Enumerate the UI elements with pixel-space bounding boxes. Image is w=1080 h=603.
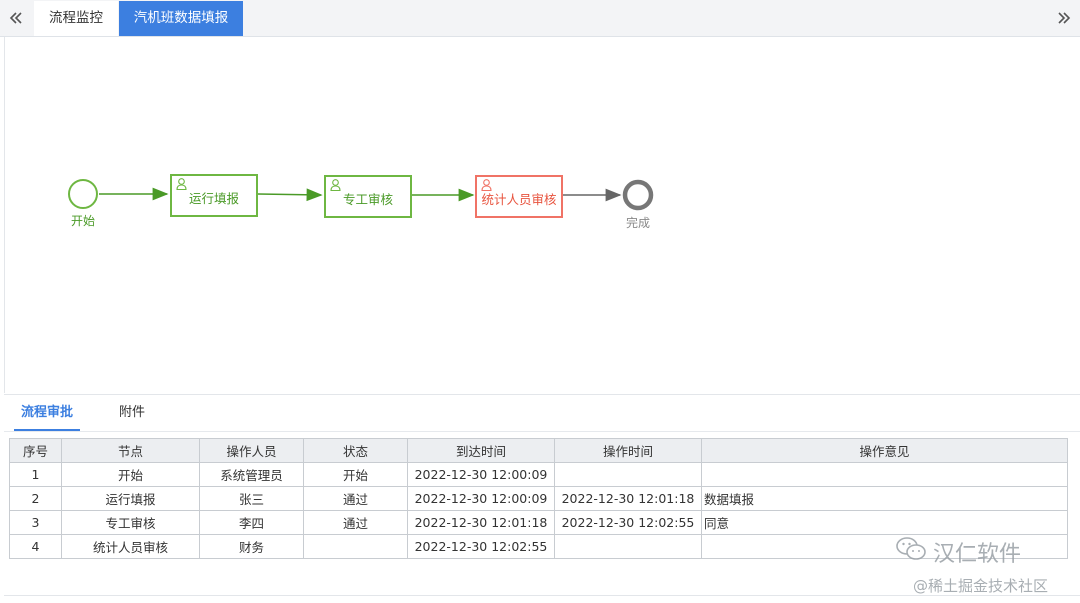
cell-node: 专工审核 (61, 510, 200, 535)
cell-index: 1 (9, 462, 62, 487)
cell-index: 4 (9, 534, 62, 559)
cell-arrival-time: 2022-12-30 12:00:09 (407, 486, 555, 511)
task-engineer-review[interactable]: 专工审核 (324, 175, 412, 218)
task-statistics-review[interactable]: 统计人员审核 (475, 175, 563, 218)
workflow-diagram: 开始 运行填报 专工审核 统计人员审核 完成 (4, 37, 1080, 393)
cell-opinion: 数据填报 (701, 486, 1068, 511)
cell-operator: 李四 (199, 510, 304, 535)
task-label: 统计人员审核 (481, 192, 557, 207)
cell-operation-time: 2022-12-30 12:02:55 (554, 510, 702, 535)
end-label: 完成 (626, 216, 651, 230)
cell-operator: 张三 (199, 486, 304, 511)
cell-operation-time (554, 534, 702, 559)
cell-opinion (701, 462, 1068, 487)
table-row[interactable]: 2 运行填报 张三 通过 2022-12-30 12:00:09 2022-12… (9, 486, 1068, 511)
task-run-report[interactable]: 运行填报 (170, 174, 258, 217)
cell-status: 开始 (303, 462, 408, 487)
watermark-community: @稀土掘金技术社区 (913, 577, 1049, 595)
table-row[interactable]: 3 专工审核 李四 通过 2022-12-30 12:01:18 2022-12… (9, 510, 1068, 535)
cell-status (303, 534, 408, 559)
col-header-index: 序号 (9, 438, 62, 463)
cell-operation-time (554, 462, 702, 487)
cell-arrival-time: 2022-12-30 12:00:09 (407, 462, 555, 487)
tab-bar: 流程监控 汽机班数据填报 (0, 0, 1080, 37)
flow-arrow-2 (257, 188, 323, 202)
scroll-right-icon[interactable] (1048, 0, 1080, 36)
scroll-left-icon[interactable] (0, 0, 32, 36)
end-event[interactable] (622, 179, 654, 211)
col-header-opinion: 操作意见 (701, 438, 1068, 463)
tab-attachments[interactable]: 附件 (110, 395, 154, 429)
tab-steam-data-report[interactable]: 汽机班数据填报 (119, 1, 243, 36)
tab-process-monitor[interactable]: 流程监控 (34, 1, 118, 36)
wechat-icon (895, 536, 927, 568)
cell-arrival-time: 2022-12-30 12:01:18 (407, 510, 555, 535)
start-label: 开始 (71, 214, 96, 228)
col-header-status: 状态 (303, 438, 408, 463)
watermark-brand: 汉仁软件 (895, 536, 1021, 568)
cell-operator: 财务 (199, 534, 304, 559)
approval-panel: 流程审批 附件 序号 节点 操作人员 状态 到达时间 操作时间 操作意见 1 开… (4, 394, 1080, 603)
cell-operator: 系统管理员 (199, 462, 304, 487)
table-row[interactable]: 1 开始 系统管理员 开始 2022-12-30 12:00:09 (9, 462, 1068, 487)
subtab-bar: 流程审批 附件 (4, 395, 1080, 432)
start-event[interactable] (68, 179, 98, 209)
cell-operation-time: 2022-12-30 12:01:18 (554, 486, 702, 511)
task-label: 运行填报 (188, 191, 239, 206)
col-header-node: 节点 (61, 438, 200, 463)
cell-node: 运行填报 (61, 486, 200, 511)
cell-opinion: 同意 (701, 510, 1068, 535)
table-header-row: 序号 节点 操作人员 状态 到达时间 操作时间 操作意见 (9, 438, 1068, 463)
tab-process-approval[interactable]: 流程审批 (14, 395, 80, 431)
col-header-arrival-time: 到达时间 (407, 438, 555, 463)
task-label: 专工审核 (342, 192, 393, 207)
col-header-operator: 操作人员 (199, 438, 304, 463)
cell-node: 统计人员审核 (61, 534, 200, 559)
cell-status: 通过 (303, 510, 408, 535)
cell-arrival-time: 2022-12-30 12:02:55 (407, 534, 555, 559)
watermark-brand-text: 汉仁软件 (933, 542, 1022, 567)
cell-index: 2 (9, 486, 62, 511)
cell-node: 开始 (61, 462, 200, 487)
col-header-operation-time: 操作时间 (554, 438, 702, 463)
cell-index: 3 (9, 510, 62, 535)
cell-status: 通过 (303, 486, 408, 511)
